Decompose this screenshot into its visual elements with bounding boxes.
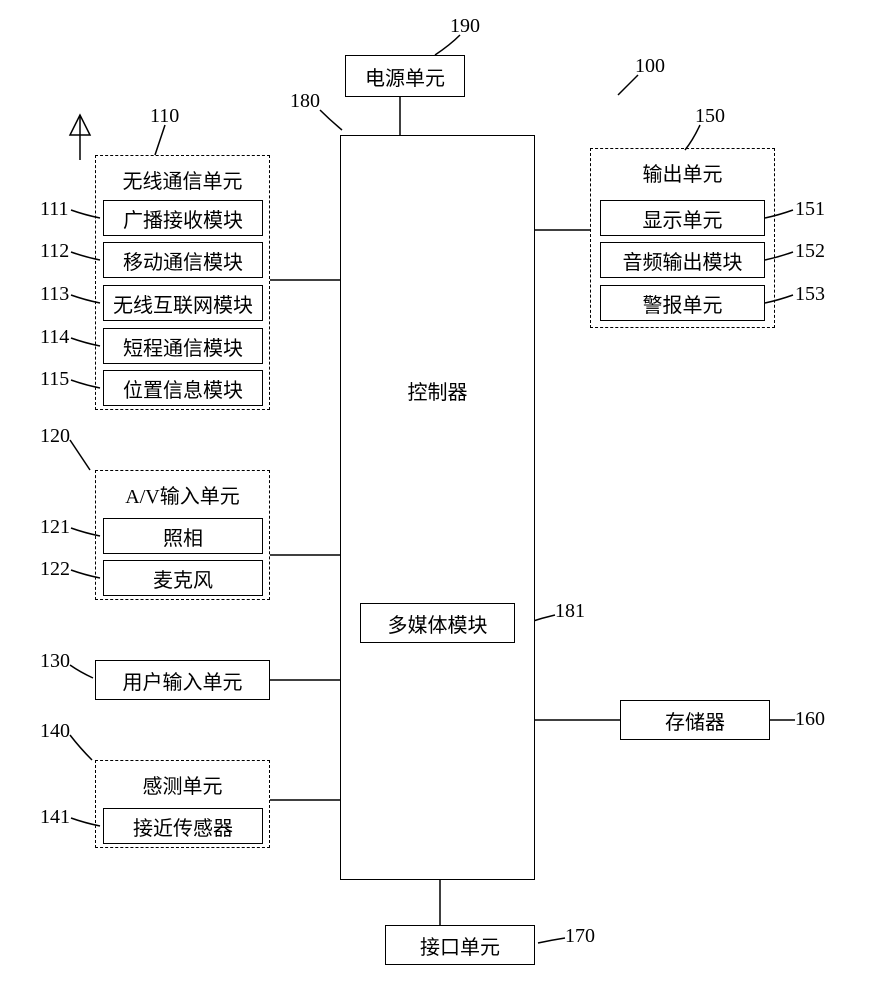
alarm-label: 警报单元 (643, 289, 723, 318)
sensing-title: 感测单元 (115, 770, 250, 799)
ref-190: 190 (450, 15, 480, 38)
mobile-comm-box: 移动通信模块 (103, 242, 263, 278)
controller-label: 控制器 (408, 376, 468, 405)
display-label: 显示单元 (643, 204, 723, 233)
ref-114: 114 (40, 326, 69, 349)
output-title: 输出单元 (620, 158, 745, 187)
user-input-box: 用户输入单元 (95, 660, 270, 700)
ref-153: 153 (795, 283, 825, 306)
multimedia-label: 多媒体模块 (388, 609, 488, 638)
broadcast-label: 广播接收模块 (123, 204, 243, 233)
power-unit-label: 电源单元 (365, 62, 445, 91)
ref-140: 140 (40, 720, 70, 743)
power-unit-box: 电源单元 (345, 55, 465, 97)
wireless-net-box: 无线互联网模块 (103, 285, 263, 321)
display-box: 显示单元 (600, 200, 765, 236)
interface-label: 接口单元 (420, 931, 500, 960)
memory-box: 存储器 (620, 700, 770, 740)
ref-160: 160 (795, 708, 825, 731)
ref-170: 170 (565, 925, 595, 948)
av-input-title: A/V输入单元 (115, 480, 250, 509)
ref-113: 113 (40, 283, 69, 306)
ref-121: 121 (40, 516, 70, 539)
multimedia-box: 多媒体模块 (360, 603, 515, 643)
user-input-label: 用户输入单元 (123, 666, 243, 695)
ref-120: 120 (40, 425, 70, 448)
memory-label: 存储器 (665, 706, 725, 735)
ref-100: 100 (635, 55, 665, 78)
interface-box: 接口单元 (385, 925, 535, 965)
mic-box: 麦克风 (103, 560, 263, 596)
camera-box: 照相 (103, 518, 263, 554)
position-box: 位置信息模块 (103, 370, 263, 406)
camera-label: 照相 (163, 522, 203, 551)
ref-111: 111 (40, 198, 69, 221)
ref-115: 115 (40, 368, 69, 391)
ref-110: 110 (150, 105, 179, 128)
audio-out-box: 音频输出模块 (600, 242, 765, 278)
proximity-label: 接近传感器 (133, 812, 233, 841)
mic-label: 麦克风 (153, 564, 213, 593)
position-label: 位置信息模块 (123, 374, 243, 403)
short-range-box: 短程通信模块 (103, 328, 263, 364)
controller-box: 控制器 (340, 135, 535, 880)
ref-181: 181 (555, 600, 585, 623)
alarm-box: 警报单元 (600, 285, 765, 321)
ref-150: 150 (695, 105, 725, 128)
ref-151: 151 (795, 198, 825, 221)
ref-112: 112 (40, 240, 69, 263)
ref-141: 141 (40, 806, 70, 829)
broadcast-box: 广播接收模块 (103, 200, 263, 236)
ref-122: 122 (40, 558, 70, 581)
proximity-box: 接近传感器 (103, 808, 263, 844)
ref-180: 180 (290, 90, 320, 113)
wireless-net-label: 无线互联网模块 (113, 289, 253, 318)
ref-130: 130 (40, 650, 70, 673)
mobile-comm-label: 移动通信模块 (123, 246, 243, 275)
short-range-label: 短程通信模块 (123, 332, 243, 361)
audio-out-label: 音频输出模块 (623, 246, 743, 275)
wireless-unit-title: 无线通信单元 (115, 165, 250, 194)
ref-152: 152 (795, 240, 825, 263)
